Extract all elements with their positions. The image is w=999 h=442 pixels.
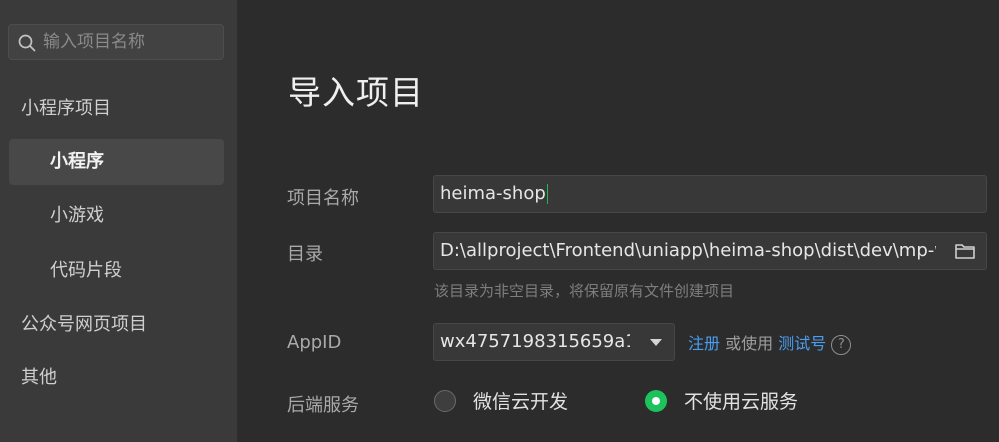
project-name-value-wrap: heima-shop — [440, 176, 548, 212]
sidebar-group-other[interactable]: 其他 — [0, 355, 237, 401]
directory-value: D:\allproject\Frontend\uniapp\heima-shop… — [440, 240, 936, 261]
chevron-down-icon[interactable] — [650, 339, 662, 346]
directory-hint: 该目录为非空目录，将保留原有文件创建项目 — [434, 282, 735, 300]
sidebar: 小程序项目 小程序 小游戏 代码片段 公众号网页项目 其他 — [0, 0, 237, 442]
project-name-field[interactable]: heima-shop — [433, 175, 987, 213]
radio-label-no-cloud[interactable]: 不使用云服务 — [684, 388, 798, 416]
search-icon — [18, 34, 36, 52]
search-box[interactable] — [8, 24, 224, 60]
sidebar-item-miniprogram[interactable]: 小程序 — [9, 139, 224, 185]
sidebar-item-code-snippet[interactable]: 代码片段 — [0, 248, 237, 294]
test-account-link[interactable]: 测试号 — [778, 334, 826, 353]
appid-select[interactable]: wx4757198315659a1( — [433, 323, 675, 361]
sidebar-item-minigame[interactable]: 小游戏 — [0, 193, 237, 239]
sidebar-group-official-account-web[interactable]: 公众号网页项目 — [0, 302, 237, 348]
import-project-window: 小程序项目 小程序 小游戏 代码片段 公众号网页项目 其他 导入项目 项目名称 … — [0, 0, 999, 442]
folder-icon[interactable] — [954, 241, 976, 261]
radio-label-wechat-cloud[interactable]: 微信云开发 — [473, 388, 568, 416]
radio-button-no-cloud[interactable] — [645, 390, 667, 412]
project-name-label: 项目名称 — [287, 188, 359, 209]
text-caret — [546, 184, 548, 204]
register-link[interactable]: 注册 — [688, 334, 720, 353]
or-use-text: 或使用 — [725, 334, 774, 353]
appid-value: wx4757198315659a1( — [440, 331, 630, 352]
project-name-value: heima-shop — [440, 183, 546, 204]
page-title: 导入项目 — [288, 73, 424, 112]
directory-label: 目录 — [287, 244, 323, 265]
appid-label: AppID — [287, 332, 342, 353]
radio-button-wechat-cloud[interactable] — [434, 390, 456, 412]
directory-field[interactable]: D:\allproject\Frontend\uniapp\heima-shop… — [433, 232, 987, 270]
radio-no-cloud[interactable]: 不使用云服务 — [645, 388, 845, 414]
appid-actions: 注册 或使用 测试号 ? — [688, 330, 852, 355]
search-input[interactable] — [43, 25, 221, 59]
backend-label: 后端服务 — [287, 395, 359, 416]
sidebar-group-miniprogram-projects[interactable]: 小程序项目 — [0, 86, 237, 132]
radio-wechat-cloud[interactable]: 微信云开发 — [434, 388, 594, 414]
help-icon[interactable]: ? — [831, 334, 852, 355]
